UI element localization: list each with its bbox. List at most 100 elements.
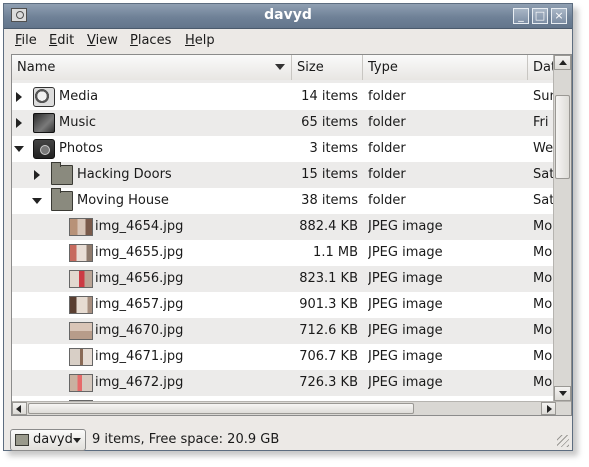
table-row[interactable]: img_4654.jpg 882.4 KB JPEG image Mon [12, 214, 553, 240]
file-name: img_4670.jpg [95, 323, 184, 338]
file-size: 901.3 KB [299, 297, 358, 312]
file-type: JPEG image [368, 323, 443, 338]
file-type: folder [368, 141, 406, 156]
file-type: folder [368, 89, 406, 104]
vertical-scrollbar[interactable] [553, 55, 571, 401]
chevron-down-icon [73, 438, 81, 443]
file-date: Mon [533, 271, 553, 286]
column-header-size[interactable]: Size [292, 55, 363, 80]
file-date: Sat [533, 193, 553, 208]
menu-file-label: ile [21, 33, 37, 48]
maximize-button[interactable]: □ [532, 8, 548, 24]
close-button[interactable]: × [551, 8, 567, 24]
status-bar: davyd 9 items, Free space: 20.9 GB [4, 418, 572, 451]
table-row[interactable]: img_4671.jpg 706.7 KB JPEG image Mon [12, 344, 553, 370]
expand-arrow-icon[interactable] [34, 170, 40, 180]
image-thumbnail [69, 270, 93, 288]
file-date: Mon [533, 245, 553, 260]
table-row[interactable]: Hacking Doors 15 items folder Sat [12, 162, 553, 188]
file-list-view[interactable]: Name Size Type Date Media 14 items folde… [11, 54, 572, 416]
table-row[interactable]: Music 65 items folder Fri 0 [12, 110, 553, 136]
horizontal-scroll-thumb[interactable] [28, 403, 414, 414]
minimize-button[interactable]: _ [513, 8, 529, 24]
horizontal-scrollbar[interactable] [12, 401, 571, 415]
menu-places-label: laces [137, 33, 172, 48]
file-name: Media [59, 89, 99, 104]
table-row[interactable]: img_4670.jpg 712.6 KB JPEG image Mon [12, 318, 553, 344]
menu-places[interactable]: Places [130, 33, 171, 48]
file-name: Moving House [77, 193, 169, 208]
file-date: Wednesday [533, 141, 553, 156]
file-size: 706.7 KB [299, 349, 358, 364]
column-header-type-label: Type [368, 60, 398, 75]
menu-view[interactable]: View [87, 33, 118, 48]
table-row[interactable]: img_4657.jpg 901.3 KB JPEG image Mon [12, 292, 553, 318]
file-name: img_4656.jpg [95, 271, 184, 286]
file-size: 38 items [301, 193, 358, 208]
file-name: Music [59, 115, 96, 130]
file-type: folder [368, 167, 406, 182]
location-label: davyd [33, 432, 73, 447]
folder-icon [51, 188, 73, 211]
file-size: 3 items [309, 141, 358, 156]
collapse-arrow-icon[interactable] [32, 198, 42, 204]
file-date: Mon [533, 323, 553, 338]
menu-help[interactable]: Help [185, 33, 215, 48]
menu-places-mnemonic: P [130, 33, 138, 48]
media-folder-icon [33, 87, 55, 107]
arrow-down-icon [559, 391, 567, 396]
arrow-up-icon [559, 60, 567, 65]
table-row[interactable]: img_4672.jpg 726.3 KB JPEG image Mon [12, 370, 553, 396]
column-header-row: Name Size Type Date [12, 55, 564, 81]
vertical-scroll-thumb[interactable] [555, 95, 570, 179]
title-bar[interactable]: davyd _ □ × [4, 4, 572, 29]
file-manager-window: davyd _ □ × File Edit View Places Help N… [3, 3, 573, 451]
scroll-left-button[interactable] [12, 402, 27, 415]
column-header-name-label: Name [17, 60, 56, 75]
menu-edit-label: dit [57, 33, 75, 48]
file-size: 65 items [301, 115, 358, 130]
file-type: JPEG image [368, 349, 443, 364]
file-type: JPEG image [368, 375, 443, 390]
table-row[interactable]: Photos 3 items folder Wednesday [12, 136, 553, 162]
window-title: davyd [264, 7, 312, 23]
file-size: 1.1 MB [313, 245, 358, 260]
table-row-partial[interactable] [12, 80, 553, 83]
scroll-up-button[interactable] [554, 55, 571, 70]
menu-file[interactable]: File [15, 33, 37, 48]
file-size: 15 items [301, 167, 358, 182]
menu-bar: File Edit View Places Help [4, 29, 572, 52]
table-row[interactable]: img_4656.jpg 823.1 KB JPEG image Mon [12, 266, 553, 292]
image-thumbnail [69, 348, 93, 366]
file-type: JPEG image [368, 219, 443, 234]
table-row[interactable]: img_4655.jpg 1.1 MB JPEG image Mon [12, 240, 553, 266]
collapse-arrow-icon[interactable] [14, 146, 24, 152]
file-name: img_4672.jpg [95, 375, 184, 390]
image-thumbnail [69, 244, 93, 262]
table-row[interactable]: Media 14 items folder Sunday [12, 84, 553, 110]
arrow-left-icon [16, 405, 21, 413]
column-header-type[interactable]: Type [363, 55, 528, 80]
menu-view-mnemonic: V [87, 33, 96, 48]
table-row[interactable]: Moving House 38 items folder Sat [12, 188, 553, 214]
file-type: JPEG image [368, 271, 443, 286]
column-header-name[interactable]: Name [12, 55, 292, 80]
file-name: img_4655.jpg [95, 245, 184, 260]
scroll-right-button[interactable] [541, 402, 556, 415]
file-name: Hacking Doors [77, 167, 172, 182]
file-date: Mon [533, 297, 553, 312]
file-name: img_4671.jpg [95, 349, 184, 364]
expand-arrow-icon[interactable] [16, 118, 22, 128]
menu-edit[interactable]: Edit [49, 33, 74, 48]
scroll-down-button[interactable] [554, 386, 571, 401]
file-date: Sunday [533, 89, 553, 104]
arrow-right-icon [547, 405, 552, 413]
menu-help-mnemonic: H [185, 33, 195, 48]
location-dropdown[interactable]: davyd [10, 429, 86, 451]
expand-arrow-icon[interactable] [16, 92, 22, 102]
resize-grip[interactable] [557, 435, 569, 447]
image-thumbnail [69, 322, 93, 340]
menu-view-label: iew [95, 33, 118, 48]
photos-folder-icon [33, 139, 55, 159]
file-name: Photos [59, 141, 103, 156]
